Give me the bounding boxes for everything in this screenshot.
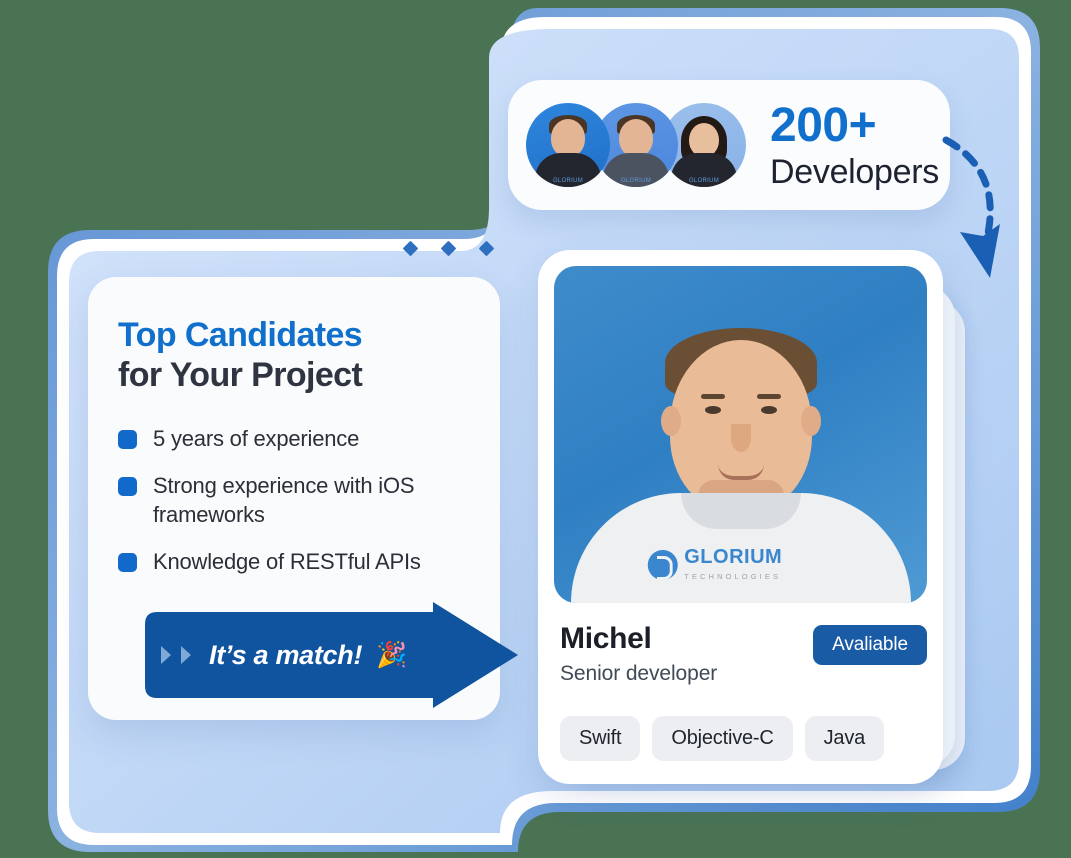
bullet-square-icon [118, 477, 137, 497]
avatar-shirt-logo: GLORIUM [620, 178, 652, 184]
avatar-shirt-logo: GLORIUM [552, 178, 584, 184]
head-shape [619, 119, 653, 157]
eyebrow-shape [700, 394, 725, 399]
developer-profile-card[interactable]: GLORIUM TECHNOLOGIES Michel Senior devel… [538, 250, 943, 784]
ear-shape [660, 406, 681, 436]
diamond-icon [478, 240, 495, 257]
title-line-2: for Your Project [118, 356, 363, 395]
glorium-mark-icon [647, 550, 678, 580]
ear-shape [800, 406, 821, 436]
head-shape [551, 119, 585, 157]
title-line-1: Top Candidates [118, 316, 363, 354]
glorium-logo: GLORIUM TECHNOLOGIES [647, 547, 834, 583]
developers-count: 200+ [770, 98, 877, 152]
glorium-wordmark: GLORIUM TECHNOLOGIES [684, 547, 834, 583]
head-shape [689, 123, 719, 157]
skill-tag[interactable]: Java [804, 715, 885, 761]
nose-shape [730, 424, 751, 452]
bullet-square-icon [118, 552, 137, 572]
developer-role: Senior developer [560, 661, 718, 685]
requirement-text: Knowledge of RESTful APIs [153, 548, 421, 574]
developer-meta: Michel Senior developer Avaliable [554, 623, 927, 686]
avatar-group: GLORIUM GLORIUM GLORIUM [526, 103, 746, 187]
requirements-list: 5 years of experience Strong experience … [118, 425, 470, 576]
bullet-square-icon [118, 430, 137, 450]
page-title: Top Candidates for Your Project [118, 315, 470, 395]
diamond-icon [440, 240, 457, 257]
list-item: Knowledge of RESTful APIs [118, 548, 470, 576]
skill-tag[interactable]: Swift [560, 715, 641, 761]
skill-tag-list: Swift Objective-C Java [554, 715, 927, 761]
glorium-logo-primary: GLORIUM [684, 546, 783, 568]
requirement-text: Strong experience with iOS frameworks [153, 473, 415, 527]
avatar-shirt-logo: GLORIUM [688, 178, 720, 184]
dashed-curved-arrow-icon [942, 136, 1000, 278]
decorative-diamonds [402, 240, 495, 257]
developer-photo: GLORIUM TECHNOLOGIES [554, 266, 927, 603]
developers-label: Developers [770, 152, 939, 191]
status-badge: Avaliable [813, 625, 927, 665]
avatar-developer-1: GLORIUM [526, 103, 610, 187]
developers-text-block: 200+ Developers [770, 98, 939, 191]
list-item: 5 years of experience [118, 425, 470, 453]
its-a-match-button[interactable]: It’s a match! 🎉 [133, 600, 523, 710]
list-item: Strong experience with iOS frameworks [118, 472, 470, 528]
diamond-icon [402, 240, 419, 257]
eye-shape [704, 406, 721, 414]
illustration-stage: GLORIUM GLORIUM GLORIUM 200+ Developers [0, 0, 1071, 858]
match-arrow-shape [145, 602, 518, 708]
eyebrow-shape [756, 394, 781, 399]
glorium-logo-secondary: TECHNOLOGIES [684, 572, 782, 581]
eye-shape [760, 406, 777, 414]
skill-tag[interactable]: Objective-C [652, 715, 793, 761]
requirement-text: 5 years of experience [153, 426, 360, 452]
developers-count-pill: GLORIUM GLORIUM GLORIUM 200+ Developers [508, 80, 950, 210]
